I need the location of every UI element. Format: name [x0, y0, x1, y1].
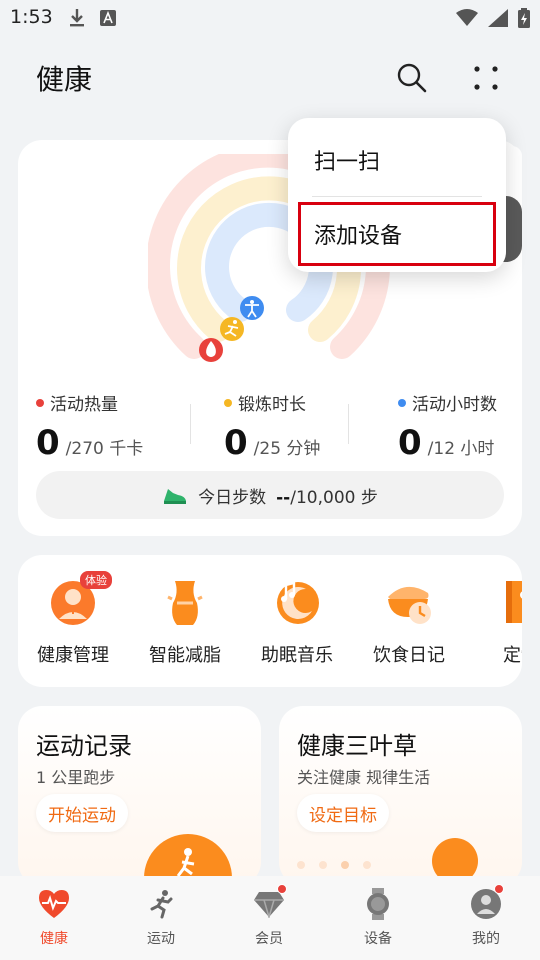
exercise-value: 0	[224, 423, 248, 463]
exercise-stat[interactable]: 锻炼时长 0/25 分钟	[224, 390, 320, 463]
app-notification-icon	[100, 10, 116, 26]
active-hours-goal: /12 小时	[427, 439, 495, 459]
status-time: 1:53	[10, 6, 53, 28]
promo-title: 运动记录	[36, 732, 132, 760]
exercise-label: 锻炼时长	[238, 395, 306, 415]
service-sleep-music[interactable]: 助眠音乐	[247, 577, 347, 667]
service-label: 助眠音乐	[261, 645, 333, 666]
wifi-icon	[456, 9, 478, 26]
calories-stat[interactable]: 活动热量 0/270 千卡	[36, 390, 143, 463]
search-button[interactable]	[390, 56, 434, 100]
search-icon	[397, 63, 427, 93]
menu-item-scan[interactable]: 扫一扫	[314, 144, 380, 176]
notification-dot	[494, 884, 504, 894]
tab-label: 运动	[147, 931, 175, 947]
status-bar: 1:53	[0, 0, 540, 38]
carousel-dots	[297, 861, 371, 869]
tab-label: 我的	[472, 931, 500, 947]
steps-value: --	[276, 487, 291, 508]
active-hours-dot	[398, 398, 406, 407]
menu-item-add-device[interactable]: 添加设备	[314, 218, 402, 250]
exercise-marker	[220, 317, 244, 341]
exercise-dot	[224, 398, 232, 407]
notification-dot	[277, 884, 287, 894]
service-diet-diary[interactable]: 饮食日记	[359, 577, 459, 667]
calories-marker	[199, 338, 223, 362]
custom-plan-icon	[506, 581, 522, 623]
service-smart-fat-loss[interactable]: 智能减脂	[135, 577, 235, 667]
diet-diary-icon	[388, 586, 431, 624]
status-right-icons	[456, 8, 530, 28]
tab-label: 设备	[364, 931, 392, 947]
active-hours-marker	[240, 296, 264, 320]
tab-health[interactable]: 健康	[14, 886, 94, 948]
more-menu-button[interactable]	[464, 56, 508, 100]
exercise-goal: /25 分钟	[253, 439, 321, 459]
more-grid-icon	[474, 66, 498, 90]
download-icon	[70, 9, 84, 27]
service-health-management[interactable]: 体验 健康管理	[23, 571, 123, 667]
promo-title: 健康三叶草	[297, 732, 417, 760]
promo-subtitle: 1 公里跑步	[36, 768, 116, 787]
service-label: 健康管理	[37, 645, 109, 666]
signal-icon	[488, 9, 508, 27]
trial-badge: 体验	[80, 571, 112, 589]
calories-dot	[36, 398, 44, 407]
watch-icon	[367, 888, 389, 920]
divider	[348, 404, 349, 444]
service-label: 智能减脂	[149, 645, 221, 666]
steps-label: 今日步数	[198, 487, 267, 508]
active-hours-value: 0	[398, 423, 422, 463]
card-edge	[506, 146, 522, 192]
status-left-icons	[68, 8, 116, 28]
diamond-icon	[254, 892, 284, 918]
set-goal-button[interactable]: 设定目标	[297, 794, 389, 832]
promo-subtitle: 关注健康 规律生活	[297, 768, 431, 787]
running-icon	[150, 890, 173, 919]
tab-devices[interactable]: 设备	[338, 886, 418, 948]
calories-value: 0	[36, 423, 60, 463]
service-custom[interactable]: 定制	[471, 577, 522, 667]
health-clover-card[interactable]: 健康三叶草 关注健康 规律生活 设定目标	[279, 706, 522, 886]
calories-goal: /270 千卡	[65, 439, 144, 459]
calories-label: 活动热量	[50, 395, 118, 415]
tab-membership[interactable]: 会员	[229, 884, 309, 948]
page-title: 健康	[36, 63, 93, 96]
start-exercise-button[interactable]: 开始运动	[36, 794, 128, 832]
service-label: 饮食日记	[373, 645, 445, 666]
tab-me[interactable]: 我的	[446, 884, 526, 948]
bottom-tab-bar: 健康 运动 会员 设备 我的	[0, 876, 540, 960]
active-hours-label: 活动小时数	[412, 395, 497, 415]
menu-divider	[312, 196, 482, 197]
popup-menu: 扫一扫 添加设备	[288, 118, 506, 272]
shoe-icon	[164, 489, 187, 504]
body-shape-icon	[167, 581, 203, 625]
steps-goal: /10,000 步	[290, 487, 378, 508]
services-card: 体验 健康管理 智能减脂 助眠音乐 饮食日记 定制	[18, 555, 522, 687]
sleep-music-icon	[277, 581, 319, 624]
divider	[190, 404, 191, 444]
heart-pulse-icon	[39, 890, 69, 918]
service-label: 定制	[503, 645, 522, 666]
battery-icon	[518, 8, 530, 28]
steps-bar[interactable]: 今日步数 --/10,000 步	[36, 471, 504, 519]
exercise-record-card[interactable]: 运动记录 1 公里跑步 开始运动	[18, 706, 261, 886]
active-hours-stat[interactable]: 活动小时数 0/12 小时	[398, 390, 497, 463]
tab-label: 会员	[255, 931, 283, 947]
tab-exercise[interactable]: 运动	[121, 886, 201, 948]
tab-label: 健康	[40, 931, 68, 947]
